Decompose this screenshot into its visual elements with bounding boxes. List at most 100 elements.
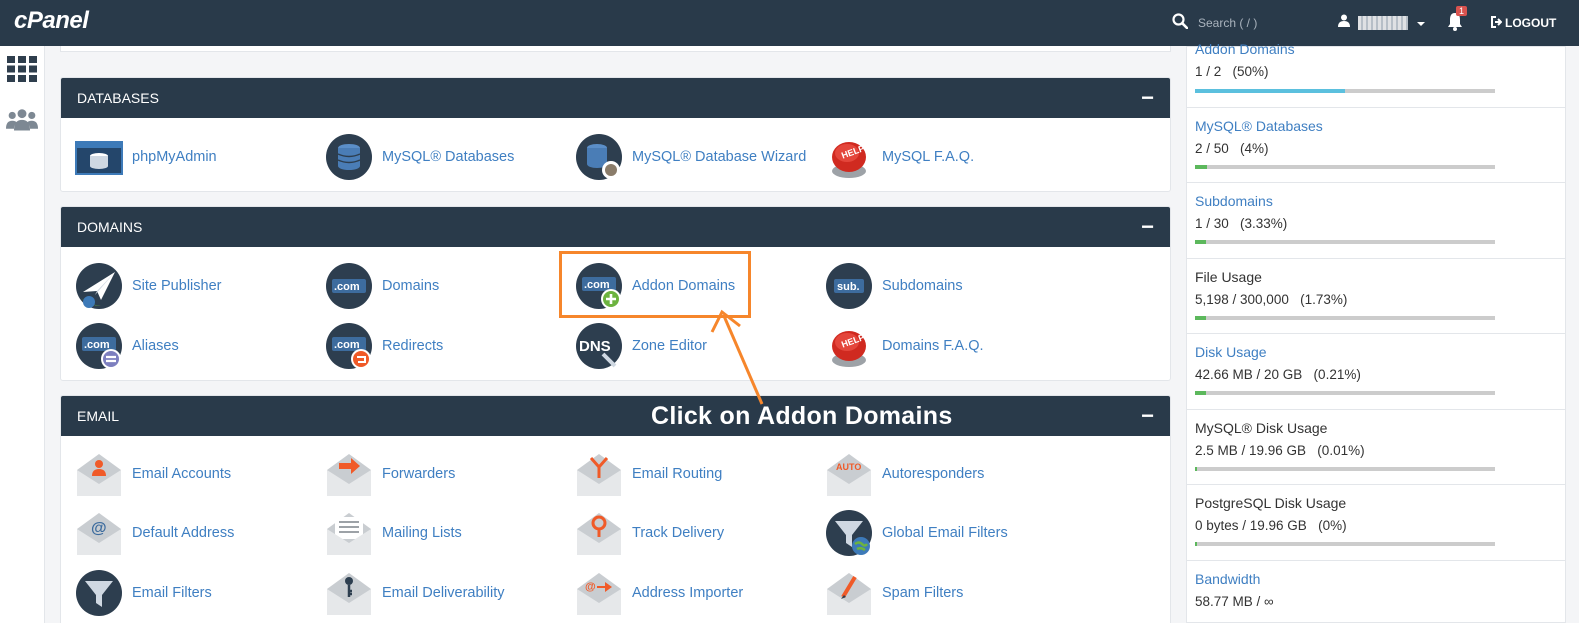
domains-header[interactable]: DOMAINS − — [61, 207, 1170, 247]
mysql-database-wizard-link[interactable]: MySQL® Database Wizard — [575, 133, 806, 181]
svg-text:@: @ — [91, 520, 107, 537]
left-sidebar — [0, 46, 45, 623]
collapse-icon[interactable]: − — [1141, 405, 1154, 427]
stat-value: 1 / 2 (50%) — [1195, 64, 1269, 79]
stat-value: 58.77 MB / ∞ — [1195, 594, 1274, 609]
autoresponder-icon: AUTO — [827, 454, 871, 496]
usage-bar — [1195, 316, 1495, 320]
address-importer-icon: @ — [577, 573, 621, 615]
stat-value: 1 / 30 (3.33%) — [1195, 216, 1288, 231]
databases-title: DATABASES — [77, 90, 159, 106]
site-publisher-link[interactable]: Site Publisher — [75, 262, 221, 310]
global-filter-icon — [826, 510, 872, 556]
username-redacted — [1358, 16, 1408, 30]
annotation-arrow-icon — [710, 309, 764, 405]
stat-value: 2 / 50 (4%) — [1195, 141, 1269, 156]
stat-value: 42.66 MB / 20 GB (0.21%) — [1195, 367, 1361, 382]
usage-bar — [1195, 240, 1495, 244]
top-navbar: cPanel 1 LOGOUT — [0, 0, 1579, 46]
alias-icon: .com — [76, 323, 122, 369]
domains-link[interactable]: .com Domains — [325, 262, 439, 310]
track-delivery-icon — [577, 513, 621, 555]
cpanel-logo[interactable]: cPanel — [14, 7, 89, 35]
statistics-panel: Addon Domains 1 / 2 (50%) MySQL® Databas… — [1186, 41, 1566, 623]
phpmyadmin-icon — [75, 141, 123, 175]
subdomain-icon: sub. — [826, 263, 872, 309]
users-icon[interactable] — [6, 104, 38, 134]
usage-bar — [1195, 542, 1495, 546]
stat-addon-domains: Addon Domains 1 / 2 (50%) — [1187, 41, 1565, 108]
key-icon — [327, 573, 371, 615]
stat-label[interactable]: MySQL® Databases — [1195, 118, 1565, 134]
mysql-faq-link[interactable]: HELP MySQL F.A.Q. — [825, 133, 974, 181]
redirect-icon: .com — [326, 323, 372, 369]
stat-label[interactable]: Disk Usage — [1195, 344, 1565, 360]
address-importer-link[interactable]: @ Address Importer — [575, 569, 743, 617]
caret-down-icon — [1416, 14, 1426, 32]
logout-label: LOGOUT — [1505, 16, 1557, 30]
email-accounts-link[interactable]: Email Accounts — [75, 450, 231, 498]
aliases-link[interactable]: .com Aliases — [75, 322, 179, 370]
default-address-icon: @ — [77, 513, 121, 555]
search-icon — [1172, 12, 1189, 34]
track-delivery-link[interactable]: Track Delivery — [575, 509, 724, 557]
forwarders-link[interactable]: Forwarders — [325, 450, 455, 498]
email-routing-link[interactable]: Email Routing — [575, 450, 722, 498]
autoresponders-link[interactable]: AUTO Autoresponders — [825, 450, 984, 498]
filter-icon — [76, 570, 122, 616]
stat-mysql-databases: MySQL® Databases 2 / 50 (4%) — [1187, 108, 1565, 183]
stat-mysql-disk-usage: MySQL® Disk Usage 2.5 MB / 19.96 GB (0.0… — [1187, 410, 1565, 485]
svg-text:DNS: DNS — [579, 338, 611, 355]
collapse-icon[interactable]: − — [1141, 216, 1154, 238]
help-button-icon: HELP — [832, 142, 866, 178]
logout-button[interactable]: LOGOUT — [1490, 0, 1556, 46]
search-box[interactable] — [1172, 0, 1322, 46]
email-header[interactable]: EMAIL − — [61, 396, 1170, 436]
mailing-lists-link[interactable]: Mailing Lists — [325, 509, 462, 557]
domains-title: DOMAINS — [77, 219, 143, 235]
routing-icon — [577, 454, 621, 496]
collapse-icon[interactable]: − — [1141, 87, 1154, 109]
grid-icon[interactable] — [6, 54, 38, 84]
global-email-filters-link[interactable]: Global Email Filters — [825, 509, 1008, 557]
logout-icon — [1490, 15, 1503, 31]
help-button-icon: HELP — [832, 331, 866, 367]
spam-filters-link[interactable]: Spam Filters — [825, 569, 963, 617]
stat-label[interactable]: Subdomains — [1195, 193, 1565, 209]
default-address-link[interactable]: @ Default Address — [75, 509, 234, 557]
email-deliverability-link[interactable]: Email Deliverability — [325, 569, 504, 617]
stat-disk-usage: Disk Usage 42.66 MB / 20 GB (0.21%) — [1187, 334, 1565, 410]
subdomains-link[interactable]: sub. Subdomains — [825, 262, 963, 310]
previous-panel-fragment — [60, 46, 1171, 52]
database-wizard-icon — [576, 134, 622, 180]
user-menu[interactable] — [1338, 0, 1426, 46]
stat-bandwidth: Bandwidth 58.77 MB / ∞ — [1187, 561, 1565, 623]
svg-text:@: @ — [585, 581, 596, 593]
notification-badge: 1 — [1456, 6, 1468, 16]
stat-postgresql-disk-usage: PostgreSQL Disk Usage 0 bytes / 19.96 GB… — [1187, 485, 1565, 561]
spam-filter-icon — [827, 573, 871, 615]
search-input[interactable] — [1198, 16, 1318, 30]
dot-com-icon: .com — [326, 263, 372, 309]
usage-bar — [1195, 467, 1495, 471]
email-panel: EMAIL − Email Accounts Forwarders Email … — [60, 395, 1171, 623]
stat-value: 0 bytes / 19.96 GB (0%) — [1195, 518, 1347, 533]
svg-text:AUTO: AUTO — [836, 462, 861, 472]
databases-header[interactable]: DATABASES − — [61, 78, 1170, 118]
databases-panel: DATABASES − phpMyAdmin MySQL® Databases … — [60, 77, 1171, 192]
usage-bar — [1195, 165, 1495, 169]
zone-editor-link[interactable]: DNS Zone Editor — [575, 322, 707, 370]
stat-label: File Usage — [1195, 269, 1262, 285]
redirects-link[interactable]: .com Redirects — [325, 322, 443, 370]
phpmyadmin-link[interactable]: phpMyAdmin — [75, 133, 217, 181]
stat-label[interactable]: Addon Domains — [1195, 41, 1565, 57]
stat-value: 5,198 / 300,000 (1.73%) — [1195, 292, 1348, 307]
domains-faq-link[interactable]: HELP Domains F.A.Q. — [825, 322, 984, 370]
stat-label[interactable]: Bandwidth — [1195, 571, 1565, 587]
user-icon — [1338, 14, 1350, 32]
dns-icon: DNS — [576, 323, 622, 369]
email-filters-link[interactable]: Email Filters — [75, 569, 212, 617]
mysql-databases-link[interactable]: MySQL® Databases — [325, 133, 514, 181]
svg-text:.com: .com — [334, 281, 360, 293]
forwarder-icon — [327, 454, 371, 496]
